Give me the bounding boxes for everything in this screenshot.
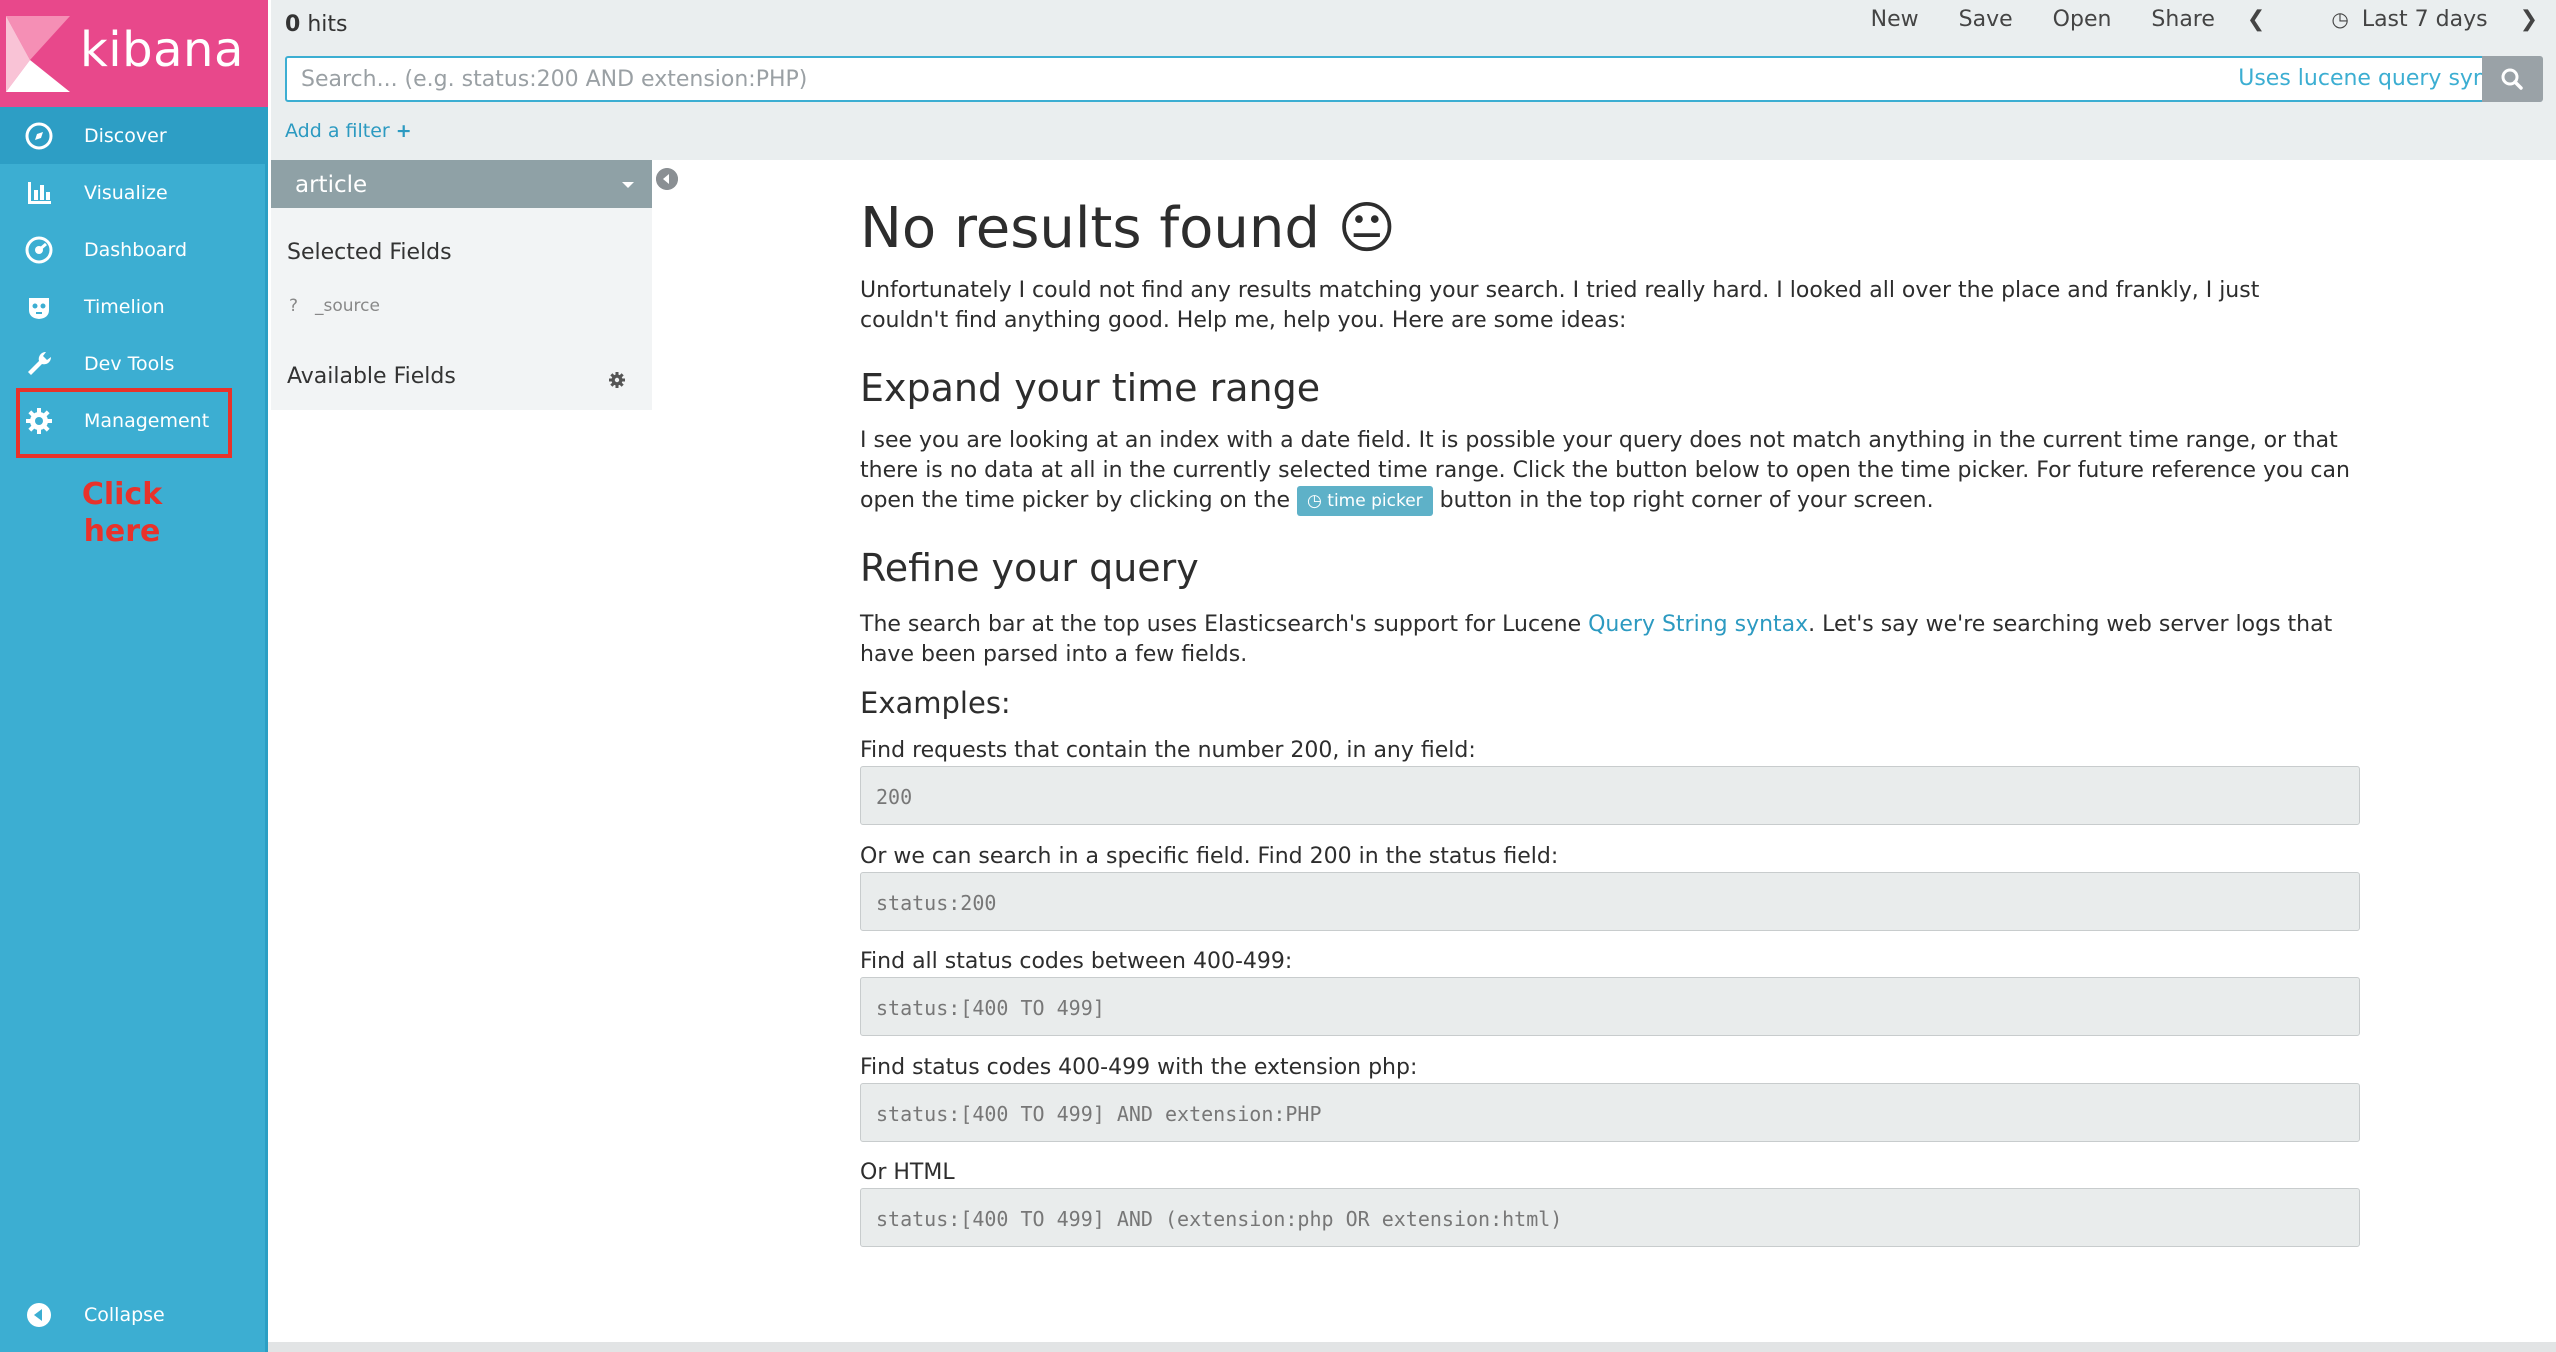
plus-icon: + [395,120,412,142]
kibana-logo-icon [6,16,70,92]
example-label: Find all status codes between 400-499: [860,949,1293,974]
time-picker-button[interactable]: ◷ Last 7 days [2291,7,2487,32]
clock-icon: ◷ [2331,6,2349,31]
refine-text-part-1: The search bar at the top uses Elasticse… [860,612,1582,637]
chevron-right-icon[interactable]: ❯ [2520,7,2538,32]
nav-discover-label: Discover [84,124,167,147]
query-bar: 0 hits New Save Open Share ❮ ◷ Last 7 da… [271,0,2556,160]
expand-time-range-title: Expand your time range [860,366,1321,410]
search-input[interactable] [301,64,2201,94]
bottom-edge [268,1342,2556,1352]
hits-count: 0 [285,12,301,37]
nav-collapse-label: Collapse [84,1303,165,1326]
click-here-annotation: Click here [81,477,163,549]
collapse-sidebar-icon[interactable] [656,168,678,190]
wrench-icon [28,351,52,375]
field-settings-gear-icon[interactable] [607,370,627,390]
nav-discover[interactable]: Discover [0,107,265,164]
nav-dev-tools-label: Dev Tools [84,352,175,375]
example-label: Find requests that contain the number 20… [860,738,1476,763]
compass-icon [25,122,53,150]
example-label: Find status codes 400-499 with the exten… [860,1055,1418,1080]
add-filter-label: Add a filter [285,120,390,142]
new-button[interactable]: New [1871,7,1919,32]
share-button[interactable]: Share [2151,7,2215,32]
timelion-icon [29,298,49,319]
sidebar: kibana Discover Visualize Dashboard Time… [0,0,268,1352]
top-menu: New Save Open Share ❮ ◷ Last 7 days ❯ [1831,4,2538,34]
query-string-syntax-link[interactable]: Query String syntax [1588,612,1808,637]
nav-dashboard-label: Dashboard [84,238,188,261]
examples-title: Examples: [860,686,1011,720]
no-results-title: No results found 😐 [860,196,1397,261]
example-code: status:[400 TO 499] [860,977,2360,1036]
hits-counter: 0 hits [285,12,347,37]
field-type-unknown-icon: ? [289,296,299,316]
example-code: 200 [860,766,2360,825]
example-code: status:200 [860,872,2360,931]
index-pattern-name: article [295,172,368,198]
field-source[interactable]: _source [315,296,380,316]
nav-timelion-label: Timelion [84,295,165,318]
time-picker-inline-button[interactable]: ◷ time picker [1297,486,1433,516]
search-icon [2501,68,2523,90]
management-highlight-box [16,388,232,458]
nav-dev-tools[interactable]: Dev Tools [0,335,265,392]
time-range-label: Last 7 days [2361,6,2488,32]
index-pattern-select[interactable]: article [271,160,652,208]
lucene-syntax-link[interactable]: Uses lucene query syntax [2238,66,2522,91]
nav-visualize[interactable]: Visualize [0,164,265,221]
caret-down-icon [622,182,634,188]
refine-query-title: Refine your query [860,546,1199,590]
brand-name: kibana [80,22,244,78]
expand-text-part-2: button in the top right corner of your s… [1439,488,1934,513]
save-button[interactable]: Save [1959,7,2013,32]
refine-query-text: The search bar at the top uses Elasticse… [860,610,2350,670]
search-button[interactable] [2482,56,2543,102]
open-button[interactable]: Open [2053,7,2112,32]
example-code: status:[400 TO 499] AND extension:PHP [860,1083,2360,1142]
add-filter-link[interactable]: Add a filter + [285,120,412,142]
nav-dashboard[interactable]: Dashboard [0,221,265,278]
hits-label: hits [307,12,348,37]
no-results-intro: Unfortunately I could not find any resul… [860,278,2260,333]
collapse-icon [27,1303,51,1327]
available-fields-title: Available Fields [287,364,456,389]
example-label: Or HTML [860,1160,955,1185]
kibana-logo[interactable]: kibana [0,0,268,107]
expand-time-range-text: I see you are looking at an index with a… [860,426,2350,516]
field-list-panel: article Selected Fields ? _source Availa… [271,160,652,410]
example-code: status:[400 TO 499] AND (extension:php O… [860,1188,2360,1247]
clock-icon: ◷ [1307,491,1322,511]
nav-timelion[interactable]: Timelion [0,278,265,335]
selected-fields-title: Selected Fields [287,240,452,265]
time-picker-label: time picker [1327,491,1423,511]
nav-visualize-label: Visualize [84,181,168,204]
chevron-left-icon[interactable]: ❮ [2247,7,2265,32]
example-label: Or we can search in a specific field. Fi… [860,844,1559,869]
bar-chart-icon [28,182,51,204]
dashboard-icon [25,236,53,264]
nav-collapse[interactable]: Collapse [0,1286,265,1343]
search-bar: Uses lucene query syntax [285,56,2540,102]
